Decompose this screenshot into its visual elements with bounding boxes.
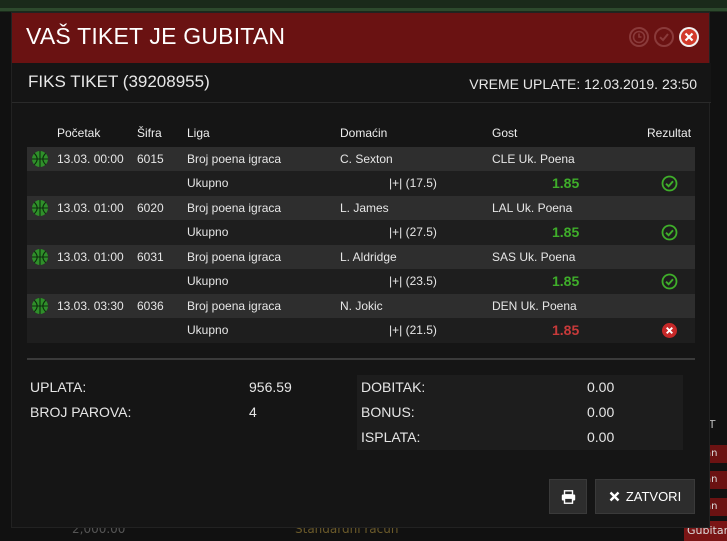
pick-market: Ukupno (187, 274, 229, 288)
ticket-label: FIKS TIKET (39208955) (28, 72, 210, 91)
match-league: Broj poena igraca (187, 250, 282, 264)
payment-time: VREME UPLATE: 12.03.2019. 23:50 (469, 76, 697, 92)
match-pick-row: Ukupno |+| (27.5) 1.85 (27, 220, 695, 245)
column-header-start: Početak (57, 126, 101, 140)
print-button[interactable] (549, 479, 587, 514)
pick-odd: 1.85 (552, 175, 580, 191)
pick-value: |+| (21.5) (389, 323, 437, 337)
basketball-icon (32, 200, 48, 216)
ticket-subheader: FIKS TIKET (39208955) VREME UPLATE: 12.0… (12, 63, 711, 103)
win-check-icon (661, 273, 678, 290)
ticket-modal: VAŠ TIKET JE GUBITAN FIKS TIKET (3920895… (11, 12, 711, 528)
table-row: 13.03. 00:00 6015 Broj poena igraca C. S… (27, 147, 695, 196)
match-home: N. Jokic (340, 299, 383, 313)
table-header: Početak Šifra Liga Domaćin Gost Rezultat (27, 121, 695, 147)
pick-value: |+| (17.5) (389, 176, 437, 190)
match-pick-row: Ukupno |+| (23.5) 1.85 (27, 269, 695, 294)
match-code: 6015 (137, 152, 164, 166)
basketball-icon (32, 151, 48, 167)
summary-win-row: DOBITAK: 0.00 (357, 375, 683, 400)
lose-x-icon (662, 323, 677, 338)
match-league: Broj poena igraca (187, 201, 282, 215)
match-start: 13.03. 01:00 (57, 250, 124, 264)
pick-odd: 1.85 (552, 224, 580, 240)
x-icon (609, 491, 620, 502)
match-main-row[interactable]: 13.03. 01:00 6031 Broj poena igraca L. A… (27, 245, 695, 269)
match-main-row[interactable]: 13.03. 01:00 6020 Broj poena igraca L. J… (27, 196, 695, 220)
summary-left: UPLATA: 956.59 BROJ PAROVA: 4 (27, 375, 347, 425)
summary-label: BROJ PAROVA: (30, 404, 132, 420)
summary-value: 956.59 (249, 379, 292, 395)
summary-value: 0.00 (587, 379, 615, 395)
summary-label: ISPLATA: (361, 429, 421, 445)
close-icon[interactable] (679, 27, 699, 47)
background-strip (0, 8, 727, 11)
table-row: 13.03. 03:30 6036 Broj poena igraca N. J… (27, 294, 695, 343)
summary-pairs-row: BROJ PAROVA: 4 (27, 400, 347, 425)
summary-bonus-row: BONUS: 0.00 (357, 400, 683, 425)
print-icon (561, 489, 575, 504)
summary-label: BONUS: (361, 404, 415, 420)
column-header-league: Liga (187, 126, 210, 140)
match-home: L. Aldridge (340, 250, 397, 264)
match-league: Broj poena igraca (187, 152, 282, 166)
match-code: 6020 (137, 201, 164, 215)
match-code: 6036 (137, 299, 164, 313)
pick-value: |+| (27.5) (389, 225, 437, 239)
match-main-row[interactable]: 13.03. 03:30 6036 Broj poena igraca N. J… (27, 294, 695, 318)
pick-odd: 1.85 (552, 322, 580, 338)
check-circle-icon[interactable] (654, 27, 674, 47)
summary-divider (27, 358, 695, 360)
match-pick-row: Ukupno |+| (17.5) 1.85 (27, 171, 695, 196)
match-code: 6031 (137, 250, 164, 264)
column-header-result: Rezultat (647, 126, 692, 140)
match-start: 13.03. 03:30 (57, 299, 124, 313)
column-header-code: Šifra (137, 126, 162, 140)
match-home: L. James (340, 201, 389, 215)
match-start: 13.03. 00:00 (57, 152, 124, 166)
column-header-away: Gost (492, 126, 518, 140)
summary-right: DOBITAK: 0.00 BONUS: 0.00 ISPLATA: 0.00 (357, 375, 683, 450)
match-away: LAL Uk. Poena (492, 201, 573, 215)
summary-payout-row: ISPLATA: 0.00 (357, 425, 683, 450)
pick-market: Ukupno (187, 323, 229, 337)
column-header-home: Domaćin (340, 126, 388, 140)
close-button[interactable]: ZATVORI (595, 479, 695, 514)
bets-table: Početak Šifra Liga Domaćin Gost Rezultat… (27, 121, 695, 343)
summary-label: UPLATA: (30, 379, 87, 395)
win-check-icon (661, 175, 678, 192)
summary-value: 4 (249, 404, 257, 420)
table-row: 13.03. 01:00 6020 Broj poena igraca L. J… (27, 196, 695, 245)
modal-title: VAŠ TIKET JE GUBITAN (26, 23, 286, 49)
summary-stake-row: UPLATA: 956.59 (27, 375, 347, 400)
match-main-row[interactable]: 13.03. 00:00 6015 Broj poena igraca C. S… (27, 147, 695, 171)
summary-value: 0.00 (587, 429, 615, 445)
header-icons (629, 27, 699, 47)
summary-value: 0.00 (587, 404, 615, 420)
win-check-icon (661, 224, 678, 241)
pick-market: Ukupno (187, 225, 229, 239)
basketball-icon (32, 249, 48, 265)
match-league: Broj poena igraca (187, 299, 282, 313)
pick-odd: 1.85 (552, 273, 580, 289)
close-button-label: ZATVORI (625, 489, 682, 504)
table-row: 13.03. 01:00 6031 Broj poena igraca L. A… (27, 245, 695, 294)
match-home: C. Sexton (340, 152, 393, 166)
match-away: SAS Uk. Poena (492, 250, 576, 264)
pick-value: |+| (23.5) (389, 274, 437, 288)
pick-market: Ukupno (187, 176, 229, 190)
summary-label: DOBITAK: (361, 379, 426, 395)
match-pick-row: Ukupno |+| (21.5) 1.85 (27, 318, 695, 343)
table-body: 13.03. 00:00 6015 Broj poena igraca C. S… (27, 147, 695, 343)
match-start: 13.03. 01:00 (57, 201, 124, 215)
match-away: DEN Uk. Poena (492, 299, 577, 313)
modal-header: VAŠ TIKET JE GUBITAN (12, 13, 709, 63)
basketball-icon (32, 298, 48, 314)
clock-icon[interactable] (629, 27, 649, 47)
match-away: CLE Uk. Poena (492, 152, 575, 166)
